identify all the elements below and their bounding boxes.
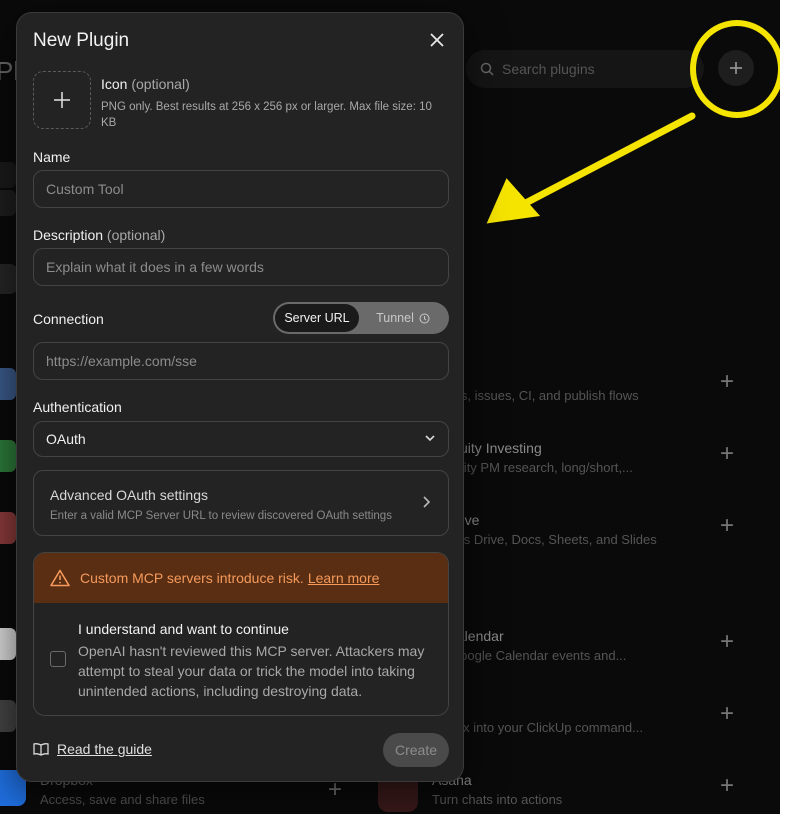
risk-warning-text: Custom MCP servers introduce risk. bbox=[80, 570, 304, 586]
name-input[interactable]: Custom Tool bbox=[33, 170, 449, 208]
confirm-title: I understand and want to continue bbox=[78, 621, 289, 637]
chevron-right-icon bbox=[423, 496, 431, 508]
close-button[interactable] bbox=[425, 28, 449, 52]
understand-checkbox[interactable] bbox=[50, 651, 66, 667]
plugin-logo bbox=[0, 440, 16, 472]
plugin-logo bbox=[0, 700, 16, 732]
plugin-logo bbox=[0, 628, 16, 660]
add-plugin-icon[interactable]: + bbox=[720, 370, 734, 394]
confirm-text: OpenAI hasn't reviewed this MCP server. … bbox=[78, 643, 425, 699]
create-button[interactable]: Create bbox=[383, 733, 449, 767]
sidebar-fragment bbox=[0, 162, 16, 188]
advanced-oauth-settings[interactable]: Advanced OAuth settings Enter a valid MC… bbox=[33, 470, 449, 536]
add-plugin-icon[interactable]: + bbox=[720, 774, 734, 798]
search-icon bbox=[480, 62, 494, 76]
window-edge bbox=[780, 0, 788, 814]
dropbox-desc: Access, save and share files bbox=[40, 792, 205, 807]
add-plugin-icon[interactable]: + bbox=[720, 702, 734, 726]
risk-banner: Custom MCP servers introduce risk. Learn… bbox=[34, 553, 448, 603]
plugin-logo bbox=[0, 512, 16, 544]
learn-more-link[interactable]: Learn more bbox=[308, 570, 380, 586]
info-icon bbox=[419, 313, 430, 323]
chevron-down-icon bbox=[425, 435, 435, 442]
authentication-label: Authentication bbox=[33, 399, 122, 415]
annotation-arrow-icon bbox=[486, 112, 696, 224]
add-plugin-icon[interactable]: + bbox=[720, 630, 734, 654]
icon-help-text: PNG only. Best results at 256 x 256 px o… bbox=[101, 101, 432, 129]
new-plugin-dialog: New Plugin Icon (optional) PNG only. Bes… bbox=[16, 12, 464, 782]
close-icon bbox=[430, 33, 444, 47]
book-icon bbox=[33, 743, 49, 756]
icon-upload-button[interactable] bbox=[33, 71, 91, 129]
highlight-circle bbox=[690, 20, 784, 118]
description-label: Description (optional) bbox=[33, 227, 166, 243]
add-plugin-icon[interactable]: + bbox=[720, 442, 734, 466]
read-guide-link[interactable]: Read the guide bbox=[33, 741, 152, 757]
authentication-select[interactable]: OAuth bbox=[33, 421, 449, 457]
warning-icon bbox=[50, 569, 70, 587]
connection-toggle: Server URL Tunnel bbox=[273, 302, 449, 334]
plugin-logo bbox=[0, 368, 16, 400]
search-plugins-input[interactable]: Search plugins bbox=[466, 50, 704, 88]
tunnel-tab[interactable]: Tunnel bbox=[359, 304, 447, 332]
sidebar-fragment bbox=[0, 190, 16, 216]
plus-icon bbox=[54, 92, 70, 108]
server-url-tab[interactable]: Server URL bbox=[275, 304, 359, 332]
name-label: Name bbox=[33, 149, 71, 165]
search-placeholder: Search plugins bbox=[502, 61, 595, 77]
icon-label: Icon (optional) bbox=[101, 76, 190, 92]
risk-warning-panel: Custom MCP servers introduce risk. Learn… bbox=[33, 552, 449, 716]
connection-label: Connection bbox=[33, 311, 104, 327]
add-plugin-icon[interactable]: + bbox=[720, 514, 734, 538]
dialog-title: New Plugin bbox=[33, 30, 130, 51]
description-input[interactable]: Explain what it does in a few words bbox=[33, 248, 449, 286]
server-url-input[interactable]: https://example.com/sse bbox=[33, 342, 449, 380]
